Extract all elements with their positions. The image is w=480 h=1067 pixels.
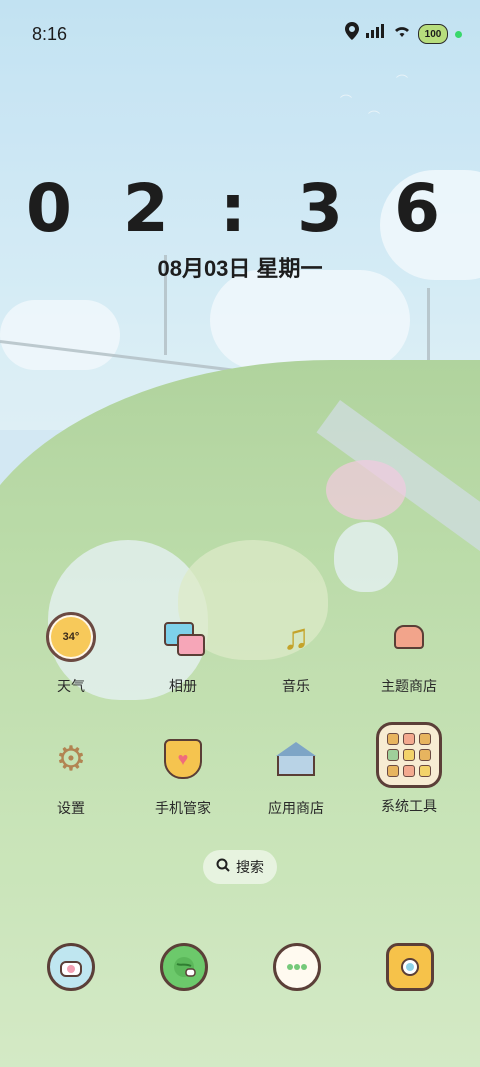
app-label: 主题商店 — [381, 678, 437, 694]
app-music[interactable]: ♫ 音乐 — [240, 612, 352, 696]
music-icon: ♫ — [282, 616, 310, 657]
status-bar: 8:16 100 — [0, 0, 480, 66]
app-settings[interactable]: ⚙ 设置 — [15, 734, 127, 818]
app-gallery[interactable]: 相册 — [127, 612, 239, 696]
app-label: 应用商店 — [268, 800, 324, 816]
clock-time[interactable]: 0 2 : 3 6 — [0, 170, 480, 247]
indicator-dot-icon — [455, 30, 462, 38]
system-tools-folder-icon — [376, 722, 442, 788]
app-store[interactable]: 应用商店 — [240, 734, 352, 818]
phone-manager-icon: ♥ — [158, 734, 208, 784]
location-icon — [345, 22, 359, 46]
weather-temp-badge: 34° — [51, 617, 91, 657]
app-label: 设置 — [57, 800, 85, 816]
wallpaper: ⌒ ⌒ ⌒ — [0, 0, 480, 1067]
signal-icon — [366, 24, 386, 44]
gallery-icon — [158, 612, 208, 662]
dock-browser[interactable] — [160, 943, 208, 991]
app-label: 天气 — [57, 678, 85, 694]
status-icons: 100 — [345, 22, 462, 46]
dock-camera[interactable] — [386, 943, 434, 991]
dock-messages[interactable] — [273, 943, 321, 991]
search-label: 搜索 — [236, 859, 264, 875]
app-label: 相册 — [169, 678, 197, 694]
browser-icon — [160, 943, 208, 991]
app-store-icon — [271, 734, 321, 784]
app-system-tools-folder[interactable]: 系统工具 — [353, 722, 465, 816]
app-label: 音乐 — [282, 678, 310, 694]
camera-icon — [386, 943, 434, 991]
app-theme-store[interactable]: 主题商店 — [353, 612, 465, 696]
battery-icon: 100 — [418, 24, 448, 44]
theme-store-icon — [384, 612, 434, 662]
messages-icon — [273, 943, 321, 991]
wifi-icon — [393, 24, 411, 44]
search-icon — [216, 858, 230, 877]
app-phone-manager[interactable]: ♥ 手机管家 — [127, 734, 239, 818]
app-label: 系统工具 — [381, 798, 437, 814]
weather-icon: 34° — [46, 612, 96, 662]
status-time: 8:16 — [32, 24, 68, 44]
app-label: 手机管家 — [155, 800, 211, 816]
search-button[interactable]: 搜索 — [203, 850, 277, 884]
clock-date[interactable]: 08月03日 星期一 — [0, 251, 480, 283]
settings-icon: ⚙ — [55, 740, 87, 778]
app-weather[interactable]: 34° 天气 — [15, 612, 127, 696]
phone-icon — [47, 943, 95, 991]
dock-phone[interactable] — [47, 943, 95, 991]
